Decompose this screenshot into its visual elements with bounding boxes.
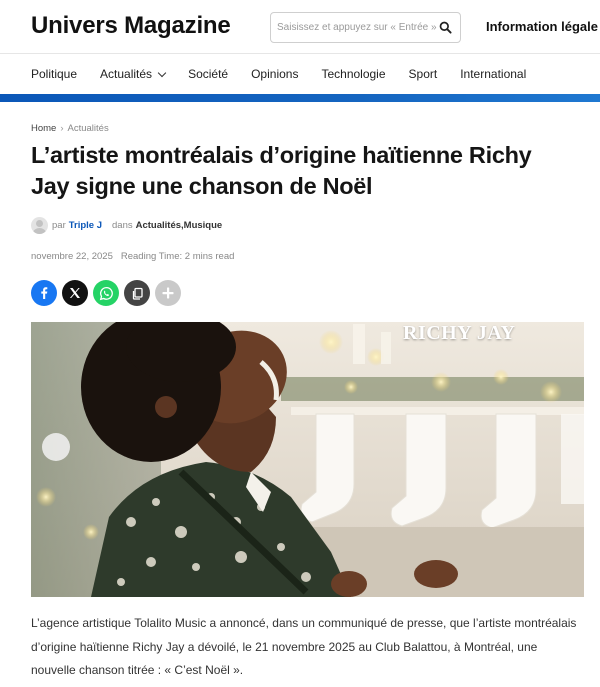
article-title: L’artiste montréalais d’origine haïtienn… — [31, 142, 532, 199]
site-logo[interactable]: Univers Magazine — [31, 12, 231, 40]
article-hero-image: RICHY JAY — [31, 322, 584, 597]
nav-item-label: Opinions — [251, 67, 299, 81]
article-dates: novembre 22, 2025 Reading Time: 2 mins re… — [31, 251, 234, 262]
copy-icon — [132, 287, 143, 300]
share-x-button[interactable] — [62, 280, 88, 306]
breadcrumb-home-link[interactable]: Home — [31, 123, 56, 134]
in-label: dans — [112, 219, 133, 231]
nav-item-technologie[interactable]: Technologie — [321, 67, 385, 81]
facebook-icon — [41, 287, 48, 299]
category-link-actualites[interactable]: Actualités — [136, 220, 181, 231]
nav-item-label: Sport — [408, 67, 438, 81]
nav-item-societe[interactable]: Société — [188, 67, 228, 81]
x-icon — [69, 288, 80, 298]
nav-item-sport[interactable]: Sport — [409, 67, 438, 81]
accent-bar — [0, 94, 600, 102]
author-link[interactable]: Triple J — [69, 220, 102, 231]
breadcrumb-current[interactable]: Actualités — [68, 123, 109, 134]
share-facebook-button[interactable] — [31, 280, 57, 306]
article-meta: par Triple J dans Actualités, Musique — [31, 216, 222, 234]
nav-item-label: Société — [188, 67, 229, 81]
nav-item-label: Technologie — [321, 67, 386, 81]
hero-illustration — [31, 322, 584, 597]
breadcrumb: Home › Actualités — [31, 123, 109, 134]
reading-time: Reading Time: 2 mins read — [120, 251, 235, 262]
by-label: par — [52, 219, 66, 231]
search-box — [270, 12, 461, 43]
hero-image-caption: RICHY JAY — [403, 322, 516, 344]
legal-info-link[interactable]: Information légale — [486, 19, 598, 34]
nav-item-politique[interactable]: Politique — [31, 67, 77, 81]
category-link-musique[interactable]: Musique — [184, 220, 223, 231]
share-whatsapp-button[interactable] — [93, 280, 119, 306]
search-icon[interactable] — [439, 21, 452, 34]
nav-item-label: Actualités — [100, 67, 153, 81]
article-intro-paragraph: L’agence artistique Tolalito Music a ann… — [31, 616, 577, 677]
nav-item-label: Politique — [31, 67, 78, 81]
publish-date: novembre 22, 2025 — [31, 251, 113, 262]
chevron-down-icon — [157, 68, 167, 77]
nav-item-actualites[interactable]: Actualités — [100, 67, 167, 81]
author-avatar[interactable] — [31, 216, 48, 234]
share-more-button[interactable] — [155, 280, 181, 306]
main-nav: Politique Actualités Société Opinions Te… — [0, 54, 600, 94]
whatsapp-icon — [99, 286, 113, 300]
nav-item-international[interactable]: International — [460, 67, 526, 81]
nav-item-label: International — [460, 67, 527, 81]
breadcrumb-separator: › — [60, 123, 64, 134]
share-bar — [31, 280, 186, 306]
plus-icon — [162, 287, 174, 299]
site-header: Univers Magazine Information légale — [0, 0, 600, 54]
search-input[interactable] — [277, 13, 437, 42]
copy-link-button[interactable] — [124, 280, 150, 306]
nav-item-opinions[interactable]: Opinions — [251, 67, 298, 81]
